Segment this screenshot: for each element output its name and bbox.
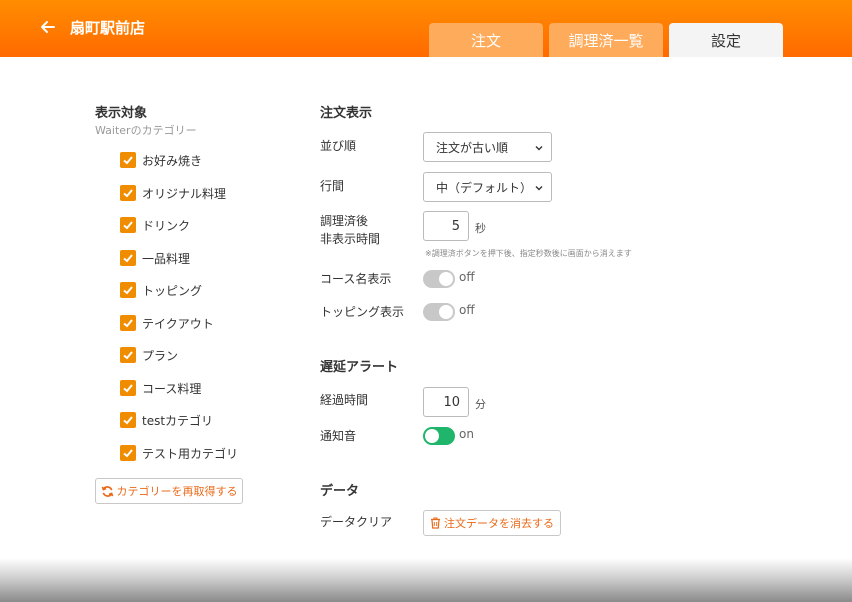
check-icon (123, 189, 133, 198)
minutes-unit: 分 (475, 398, 486, 411)
hide-after-seconds-input[interactable]: 5 (423, 211, 469, 241)
category-checkbox[interactable] (120, 185, 136, 201)
topping-label: トッピング表示 (320, 305, 405, 319)
category-item: 一品料理 (120, 249, 190, 267)
categories-title: 表示対象 (95, 106, 148, 121)
category-item: テイクアウト (120, 314, 214, 332)
tab-orders-label: 注文 (470, 31, 501, 50)
back-arrow-icon[interactable] (38, 17, 58, 37)
clear-order-data-button[interactable]: 注文データを消去する (423, 510, 561, 536)
elapsed-minutes-input[interactable]: 10 (423, 387, 469, 417)
category-label: テスト用カテゴリ (142, 446, 239, 461)
category-label: testカテゴリ (142, 413, 214, 428)
category-label: テイクアウト (142, 316, 214, 331)
sort-label: 並び順 (320, 139, 357, 153)
hide-after-label-2: 非表示時間 (320, 232, 381, 246)
course-name-state: off (459, 270, 475, 284)
hide-after-note: ※調理済ボタンを押下後、指定秒数後に画面から消えます (425, 249, 632, 258)
notify-sound-toggle[interactable] (423, 427, 455, 445)
topping-toggle[interactable] (423, 303, 455, 321)
category-item: オリジナル料理 (120, 184, 226, 202)
category-label: お好み焼き (142, 153, 203, 168)
check-icon (123, 416, 133, 425)
category-label: トッピング (142, 283, 203, 298)
app-header: 扇町駅前店 注文 調理済一覧 設定 (0, 0, 852, 57)
store-name: 扇町駅前店 (70, 19, 146, 37)
tab-cooked-list[interactable]: 調理済一覧 (549, 23, 663, 57)
chevron-down-icon (535, 186, 543, 191)
topping-state: off (459, 303, 475, 317)
clear-order-data-label: 注文データを消去する (444, 517, 554, 530)
check-icon (123, 351, 133, 360)
data-section-title: データ (320, 484, 360, 499)
toggle-knob (425, 429, 439, 443)
category-item: テスト用カテゴリ (120, 444, 238, 462)
toggle-knob (439, 272, 453, 286)
tab-orders[interactable]: 注文 (429, 23, 543, 57)
check-icon (123, 156, 133, 165)
elapsed-time-label: 経過時間 (320, 393, 369, 407)
category-checkbox[interactable] (120, 217, 136, 233)
category-item: ドリンク (120, 216, 190, 234)
category-label: プラン (142, 348, 179, 363)
tab-cooked-list-label: 調理済一覧 (568, 31, 644, 50)
category-item: お好み焼き (120, 151, 202, 169)
toggle-knob (439, 305, 453, 319)
tab-settings[interactable]: 設定 (669, 23, 783, 57)
chevron-down-icon (535, 146, 543, 151)
check-icon (123, 221, 133, 230)
check-icon (123, 449, 133, 458)
category-checkbox[interactable] (120, 315, 136, 331)
category-checkbox[interactable] (120, 347, 136, 363)
check-icon (123, 319, 133, 328)
sort-select-value: 注文が古い順 (436, 140, 509, 155)
category-checkbox[interactable] (120, 282, 136, 298)
category-item: トッピング (120, 281, 202, 299)
spacing-select[interactable]: 中（デフォルト） (423, 172, 552, 202)
refetch-categories-label: カテゴリーを再取得する (116, 485, 238, 498)
order-display-title: 注文表示 (320, 106, 373, 121)
category-label: ドリンク (142, 218, 191, 233)
check-icon (123, 384, 133, 393)
check-icon (123, 286, 133, 295)
notify-sound-state: on (459, 427, 474, 441)
spacing-label: 行間 (320, 179, 345, 193)
trash-icon (431, 517, 440, 529)
sort-select[interactable]: 注文が古い順 (423, 132, 552, 162)
category-checkbox[interactable] (120, 445, 136, 461)
spacing-select-value: 中（デフォルト） (436, 180, 533, 195)
category-checkbox[interactable] (120, 412, 136, 428)
categories-subtitle: Waiterのカテゴリー (95, 124, 197, 137)
hide-after-label: 調理済後 (320, 214, 369, 228)
category-item: testカテゴリ (120, 411, 213, 429)
category-label: 一品料理 (142, 251, 191, 266)
check-icon (123, 254, 133, 263)
footer-shade (0, 558, 852, 602)
category-item: プラン (120, 346, 178, 364)
course-name-toggle[interactable] (423, 270, 455, 288)
category-checkbox[interactable] (120, 250, 136, 266)
tab-settings-label: 設定 (710, 31, 741, 50)
refetch-categories-button[interactable]: カテゴリーを再取得する (95, 478, 243, 504)
category-item: コース料理 (120, 379, 201, 397)
course-name-label: コース名表示 (320, 272, 392, 286)
seconds-unit: 秒 (475, 222, 486, 235)
category-label: コース料理 (142, 381, 202, 396)
delay-alert-title: 遅延アラート (320, 360, 399, 375)
refresh-icon (101, 485, 113, 497)
category-checkbox[interactable] (120, 380, 136, 396)
notify-sound-label: 通知音 (320, 429, 357, 443)
data-clear-label: データクリア (320, 515, 393, 529)
category-checkbox[interactable] (120, 152, 136, 168)
category-label: オリジナル料理 (142, 186, 227, 201)
